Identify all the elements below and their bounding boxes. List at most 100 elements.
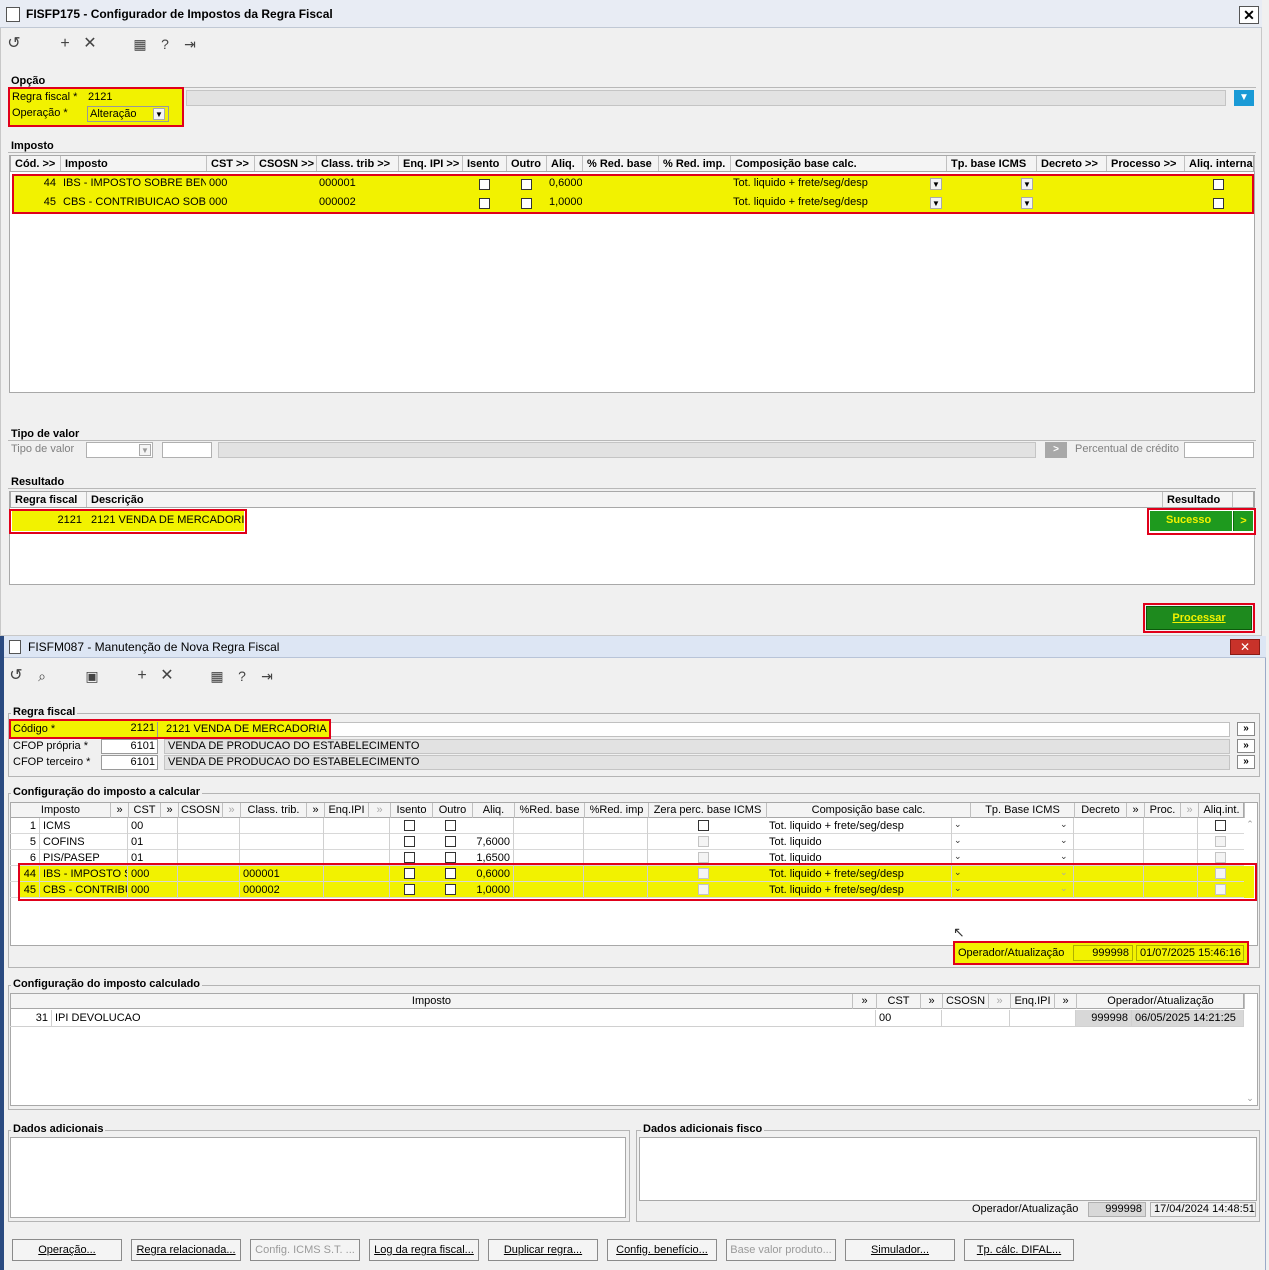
chevron-down-icon[interactable]: ▼ bbox=[139, 444, 151, 456]
outro-checkbox[interactable] bbox=[445, 836, 456, 847]
dados-adicionais-fisco-textarea[interactable] bbox=[639, 1137, 1257, 1201]
col-cod[interactable]: Cód. >> bbox=[11, 156, 61, 171]
scrollbar[interactable]: ⌄ bbox=[1244, 1093, 1256, 1104]
col-cst-lookup[interactable]: » bbox=[161, 803, 179, 818]
delete-icon[interactable]: ✕ bbox=[80, 34, 100, 54]
col-class-lookup[interactable]: » bbox=[307, 803, 325, 818]
duplicar-regra-button[interactable]: Duplicar regra... bbox=[488, 1239, 598, 1261]
add-icon[interactable]: + bbox=[55, 34, 75, 54]
operacao-button[interactable]: Operação... bbox=[12, 1239, 122, 1261]
col-enq-lookup[interactable]: » bbox=[369, 803, 391, 818]
cell-decreto[interactable] bbox=[1074, 818, 1144, 834]
col-class-trib[interactable]: Class. trib >> bbox=[317, 156, 399, 171]
cell-csosn[interactable] bbox=[178, 818, 240, 834]
table-row[interactable]: 1 ICMS 00 Tot. liquido + frete/seg/desp ⌄ ⌄ bbox=[10, 818, 1244, 834]
exit-icon[interactable]: ⇥ bbox=[257, 666, 277, 686]
chevron-down-icon[interactable]: ⌄ bbox=[954, 835, 962, 846]
col-csosn[interactable]: CSOSN >> bbox=[255, 156, 317, 171]
cell-class[interactable] bbox=[240, 818, 324, 834]
cell-composicao[interactable]: Tot. liquido + frete/seg/desp bbox=[766, 818, 952, 834]
exit-icon[interactable]: ⇥ bbox=[180, 34, 200, 54]
col-imposto[interactable]: Imposto bbox=[61, 156, 207, 171]
calendar-icon[interactable]: ▦ bbox=[130, 34, 150, 54]
close-button[interactable]: ✕ bbox=[1239, 6, 1259, 24]
aliq-int-checkbox[interactable] bbox=[1215, 820, 1226, 831]
col-cst[interactable]: CST >> bbox=[207, 156, 255, 171]
cell-cst[interactable]: 00 bbox=[128, 818, 178, 834]
config-icms-st-button[interactable]: Config. ICMS S.T. ... bbox=[250, 1239, 360, 1261]
simulador-button[interactable]: Simulador... bbox=[845, 1239, 955, 1261]
zera-perc-checkbox[interactable] bbox=[698, 820, 709, 831]
col-csosn-lookup[interactable]: » bbox=[223, 803, 241, 818]
dados-adicionais-textarea[interactable] bbox=[10, 1137, 626, 1218]
col-enq-lookup[interactable]: » bbox=[1055, 994, 1077, 1009]
codigo-lookup-button[interactable]: » bbox=[1237, 722, 1255, 736]
cell-decreto[interactable] bbox=[1074, 834, 1144, 850]
cfop-propria-input[interactable]: 6101 bbox=[101, 739, 158, 754]
log-regra-button[interactable]: Log da regra fiscal... bbox=[369, 1239, 479, 1261]
col-decreto-lookup[interactable]: » bbox=[1127, 803, 1145, 818]
col-csosn-lookup[interactable]: » bbox=[989, 994, 1011, 1009]
aliq-int-checkbox[interactable] bbox=[1215, 852, 1226, 863]
calendar-icon[interactable]: ▦ bbox=[207, 666, 227, 686]
base-valor-produto-button[interactable]: Base valor produto... bbox=[726, 1239, 836, 1261]
outro-checkbox[interactable] bbox=[445, 852, 456, 863]
cell-proc[interactable] bbox=[1144, 818, 1198, 834]
help-icon[interactable]: ? bbox=[232, 666, 252, 686]
save-icon[interactable]: ▣ bbox=[82, 666, 102, 686]
chevron-down-icon[interactable]: ⌄ bbox=[954, 851, 962, 862]
refresh-icon[interactable]: ↺ bbox=[6, 666, 26, 686]
col-decreto[interactable]: Decreto >> bbox=[1037, 156, 1107, 171]
chevron-down-icon[interactable]: ⌄ bbox=[954, 819, 962, 830]
help-icon[interactable]: ? bbox=[155, 34, 175, 54]
col-cst-lookup[interactable]: » bbox=[921, 994, 943, 1009]
col-imposto-lookup[interactable]: » bbox=[853, 994, 877, 1009]
chevron-down-icon[interactable]: ⌄ bbox=[1060, 835, 1068, 846]
percentual-credito-input[interactable] bbox=[1184, 442, 1254, 458]
chevron-down-icon[interactable]: ⌄ bbox=[1060, 851, 1068, 862]
filter-icon[interactable]: ▼ bbox=[1234, 90, 1254, 106]
col-processo[interactable]: Processo >> bbox=[1107, 156, 1185, 171]
delete-icon[interactable]: ✕ bbox=[157, 666, 177, 686]
table-row[interactable]: 5 COFINS 01 7,6000 Tot. liquido ⌄ ⌄ bbox=[10, 834, 1244, 850]
refresh-icon[interactable]: ↺ bbox=[4, 34, 24, 54]
search-icon[interactable]: ⌕ bbox=[32, 666, 52, 686]
isento-checkbox[interactable] bbox=[404, 820, 415, 831]
cell-red-base[interactable] bbox=[514, 818, 584, 834]
cell-red-base[interactable] bbox=[514, 834, 584, 850]
col-proc-lookup[interactable]: » bbox=[1181, 803, 1199, 818]
forward-icon[interactable]: > bbox=[1045, 442, 1067, 458]
config-beneficio-button[interactable]: Config. benefício... bbox=[607, 1239, 717, 1261]
cell-tp-base[interactable] bbox=[970, 834, 1074, 850]
cell-cst[interactable]: 01 bbox=[128, 834, 178, 850]
cell-enq[interactable] bbox=[324, 818, 390, 834]
cell-red-imp[interactable] bbox=[584, 834, 648, 850]
zera-perc-checkbox[interactable] bbox=[698, 836, 709, 847]
chevron-down-icon[interactable]: ⌄ bbox=[1060, 819, 1068, 830]
cfop-terceiro-lookup-button[interactable]: » bbox=[1237, 755, 1255, 769]
tipo-valor-code-input[interactable] bbox=[162, 442, 212, 458]
outro-checkbox[interactable] bbox=[445, 820, 456, 831]
isento-checkbox[interactable] bbox=[404, 836, 415, 847]
cfop-terceiro-input[interactable]: 6101 bbox=[101, 755, 158, 770]
regra-relacionada-button[interactable]: Regra relacionada... bbox=[131, 1239, 241, 1261]
add-icon[interactable]: + bbox=[132, 666, 152, 686]
col-enq-ipi[interactable]: Enq. IPI >> bbox=[399, 156, 463, 171]
cfop-propria-lookup-button[interactable]: » bbox=[1237, 739, 1255, 753]
close-button[interactable]: ✕ bbox=[1230, 639, 1260, 655]
cell-class[interactable] bbox=[240, 834, 324, 850]
cell-csosn[interactable] bbox=[178, 834, 240, 850]
cell-composicao[interactable]: Tot. liquido bbox=[766, 834, 952, 850]
cell-aliq[interactable]: 7,6000 bbox=[472, 834, 514, 850]
zera-perc-checkbox[interactable] bbox=[698, 852, 709, 863]
cell-tp-base[interactable] bbox=[970, 818, 1074, 834]
cell-enq[interactable] bbox=[324, 834, 390, 850]
cell-proc[interactable] bbox=[1144, 834, 1198, 850]
table-row[interactable]: 31 IPI DEVOLUCAO 00 999998 06/05/2025 14… bbox=[10, 1010, 1244, 1027]
tp-calc-difal-button[interactable]: Tp. cálc. DIFAL... bbox=[964, 1239, 1074, 1261]
isento-checkbox[interactable] bbox=[404, 852, 415, 863]
aliq-int-checkbox[interactable] bbox=[1215, 836, 1226, 847]
cell-red-imp[interactable] bbox=[584, 818, 648, 834]
col-imposto-lookup[interactable]: » bbox=[111, 803, 129, 818]
cell-aliq[interactable] bbox=[472, 818, 514, 834]
